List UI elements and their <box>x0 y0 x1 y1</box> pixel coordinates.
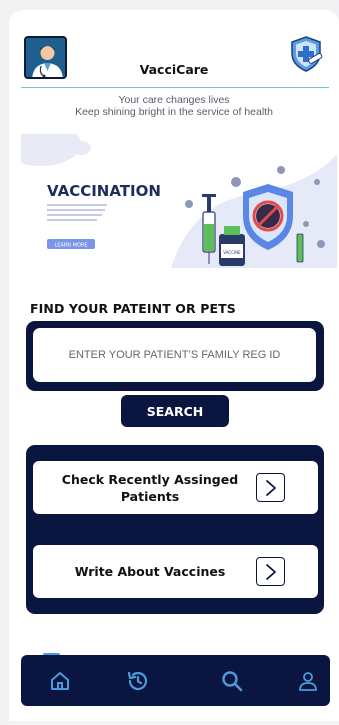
home-icon <box>51 671 69 690</box>
tagline: Your care changes lives <box>118 94 230 106</box>
action-label: Check Recently Assinged Patients <box>61 471 239 504</box>
search-panel <box>26 321 324 391</box>
tagline-secondary: Keep shining bright in the service of he… <box>75 106 273 118</box>
search-icon <box>222 670 243 691</box>
learn-more-label: LEARN MORE <box>54 243 87 249</box>
vial-label: VACCINE <box>223 250 241 255</box>
bottom-navigation <box>21 655 330 706</box>
check-assigned-patients-card[interactable]: Check Recently Assinged Patients <box>33 461 318 514</box>
action-label: Write About Vaccines <box>74 564 226 579</box>
search-button[interactable]: SEARCH <box>121 395 229 427</box>
header: VacciCare <box>9 10 339 90</box>
family-reg-id-input[interactable] <box>33 328 316 382</box>
profile-icon <box>299 671 317 691</box>
banner-title: VACCINATION <box>47 182 161 200</box>
shield-plus-icon <box>286 34 326 74</box>
nav-profile[interactable] <box>288 655 328 706</box>
find-patient-title: FIND YOUR PATEINT OR PETS <box>30 301 236 316</box>
vaccination-banner: VACCINATION LEARN MORE VACCINE <box>9 122 337 268</box>
nav-home[interactable] <box>40 655 80 706</box>
nav-history[interactable] <box>118 655 158 706</box>
chevron-right-icon[interactable] <box>256 473 285 502</box>
header-divider <box>21 87 329 88</box>
write-about-vaccines-card[interactable]: Write About Vaccines <box>33 545 318 598</box>
history-icon <box>127 671 148 690</box>
chevron-right-icon[interactable] <box>256 557 285 586</box>
nav-search[interactable] <box>212 655 252 706</box>
actions-panel: Check Recently Assinged Patients Write A… <box>26 445 324 614</box>
app-screen: VacciCare Your care changes lives Keep s… <box>9 10 339 721</box>
